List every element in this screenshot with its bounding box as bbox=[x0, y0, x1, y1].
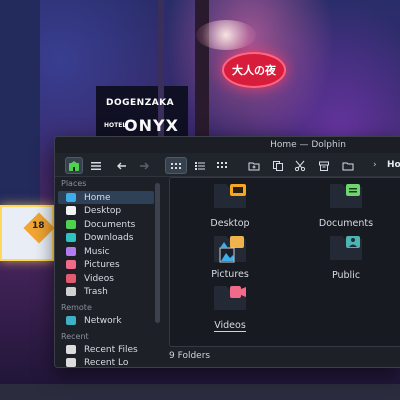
sidebar-item-downloads[interactable]: Downloads bbox=[58, 231, 154, 244]
sidebar-item-label: Downloads bbox=[84, 232, 134, 243]
new-folder-icon bbox=[248, 162, 260, 170]
arrow-left-icon bbox=[117, 162, 126, 169]
sidebar-item-desktop[interactable]: Desktop bbox=[58, 204, 154, 217]
music-icon bbox=[66, 247, 76, 256]
menu-button[interactable] bbox=[87, 157, 105, 174]
sign-hotel: HOTEL bbox=[104, 122, 127, 129]
sidebar-item-recent-files[interactable]: Recent Files bbox=[58, 343, 154, 356]
pictures-folder-icon bbox=[214, 236, 246, 263]
sidebar-item-pictures[interactable]: Pictures bbox=[58, 258, 154, 271]
dolphin-window: Home — Dolphin › Ho Places Home Desktop … bbox=[54, 136, 400, 368]
sidebar-scrollbar[interactable] bbox=[155, 183, 160, 323]
folder-label: Desktop bbox=[210, 218, 250, 229]
arrow-right-icon bbox=[140, 162, 149, 169]
sidebar-item-label: Music bbox=[84, 246, 110, 257]
sidebar-item-network[interactable]: Network bbox=[58, 314, 154, 327]
list-view-icon bbox=[195, 161, 205, 170]
sign-dogenzaka: DOGENZAKA bbox=[106, 98, 175, 108]
details-view-button[interactable] bbox=[213, 157, 231, 174]
sidebar-item-music[interactable]: Music bbox=[58, 245, 154, 258]
sidebar-item-recent-locations[interactable]: Recent Lo bbox=[58, 356, 154, 368]
folder-label: Videos bbox=[214, 320, 246, 332]
documents-icon bbox=[66, 220, 76, 229]
sidebar-item-label: Recent Files bbox=[84, 344, 138, 355]
sidebar-item-home[interactable]: Home bbox=[58, 191, 154, 204]
folder-label: Pictures bbox=[211, 269, 249, 280]
videos-icon bbox=[66, 274, 76, 283]
places-panel-button[interactable] bbox=[65, 157, 83, 174]
sign-number: 18 bbox=[32, 221, 45, 231]
sidebar-item-documents[interactable]: Documents bbox=[58, 218, 154, 231]
trash-button[interactable] bbox=[315, 157, 333, 174]
file-view[interactable]: Desktop Documents Pictures Public Videos bbox=[169, 177, 400, 347]
home-icon bbox=[69, 160, 79, 171]
folder-label: Documents bbox=[318, 218, 374, 229]
recent-files-icon bbox=[66, 345, 76, 354]
scissors-icon bbox=[294, 160, 306, 171]
red-neon-sign: 大人の夜 bbox=[222, 52, 286, 88]
new-folder-button[interactable] bbox=[245, 157, 263, 174]
window-title: Home — Dolphin bbox=[270, 140, 346, 150]
icons-view-button[interactable] bbox=[165, 157, 187, 174]
street-lamp bbox=[196, 20, 256, 50]
breadcrumb-home[interactable]: Ho bbox=[387, 157, 400, 174]
grid-view-icon bbox=[171, 162, 181, 169]
sidebar-item-trash[interactable]: Trash bbox=[58, 285, 154, 298]
sidebar-item-label: Network bbox=[84, 315, 122, 326]
open-terminal-button[interactable] bbox=[339, 157, 357, 174]
desktop-icon bbox=[66, 206, 76, 215]
sidebar-item-label: Documents bbox=[84, 219, 136, 230]
yellow-neon-sign: 18 bbox=[0, 205, 55, 261]
folder-item-desktop[interactable]: Desktop bbox=[190, 182, 270, 229]
downloads-icon bbox=[66, 233, 76, 242]
sidebar-item-label: Desktop bbox=[84, 205, 122, 216]
desktop-folder-icon bbox=[214, 184, 246, 208]
compact-view-button[interactable] bbox=[191, 157, 209, 174]
toolbar: › Ho bbox=[55, 153, 400, 177]
back-button[interactable] bbox=[113, 157, 131, 174]
sidebar-item-label: Trash bbox=[84, 286, 108, 297]
home-icon bbox=[66, 193, 76, 202]
documents-folder-icon bbox=[330, 184, 362, 208]
sign-onyx: ONYX bbox=[124, 116, 179, 135]
sidebar-item-label: Pictures bbox=[84, 259, 120, 270]
sidebar-item-videos[interactable]: Videos bbox=[58, 272, 154, 285]
pictures-icon bbox=[66, 260, 76, 269]
forward-button[interactable] bbox=[135, 157, 153, 174]
folder-item-documents[interactable]: Documents bbox=[306, 182, 386, 229]
cut-button[interactable] bbox=[291, 157, 309, 174]
window-titlebar[interactable]: Home — Dolphin bbox=[55, 137, 400, 153]
places-heading: Places bbox=[61, 179, 87, 188]
places-panel: Places Home Desktop Documents Downloads … bbox=[55, 177, 161, 368]
copy-icon bbox=[273, 160, 283, 171]
network-icon bbox=[66, 316, 76, 325]
sidebar-item-label: Home bbox=[84, 192, 111, 203]
recent-heading: Recent bbox=[61, 332, 89, 341]
recent-locations-icon bbox=[66, 358, 76, 367]
hamburger-menu-icon bbox=[91, 161, 101, 170]
trash-icon bbox=[66, 287, 76, 296]
folder-item-videos[interactable]: Videos bbox=[190, 284, 270, 332]
chevron-right-icon: › bbox=[373, 160, 377, 170]
remote-heading: Remote bbox=[61, 303, 92, 312]
sidebar-item-label: Recent Lo bbox=[84, 357, 129, 368]
public-folder-icon bbox=[330, 236, 362, 260]
folder-label: Public bbox=[331, 270, 361, 281]
folder-icon bbox=[342, 162, 354, 170]
taskbar bbox=[0, 384, 400, 400]
status-bar: 9 Folders bbox=[169, 351, 211, 361]
sidebar-item-label: Videos bbox=[84, 273, 114, 284]
delete-icon bbox=[319, 161, 329, 171]
details-view-icon bbox=[217, 161, 227, 168]
folder-item-pictures[interactable]: Pictures bbox=[190, 234, 270, 280]
copy-button[interactable] bbox=[269, 157, 287, 174]
folder-item-public[interactable]: Public bbox=[306, 234, 386, 281]
videos-folder-icon bbox=[214, 286, 246, 310]
